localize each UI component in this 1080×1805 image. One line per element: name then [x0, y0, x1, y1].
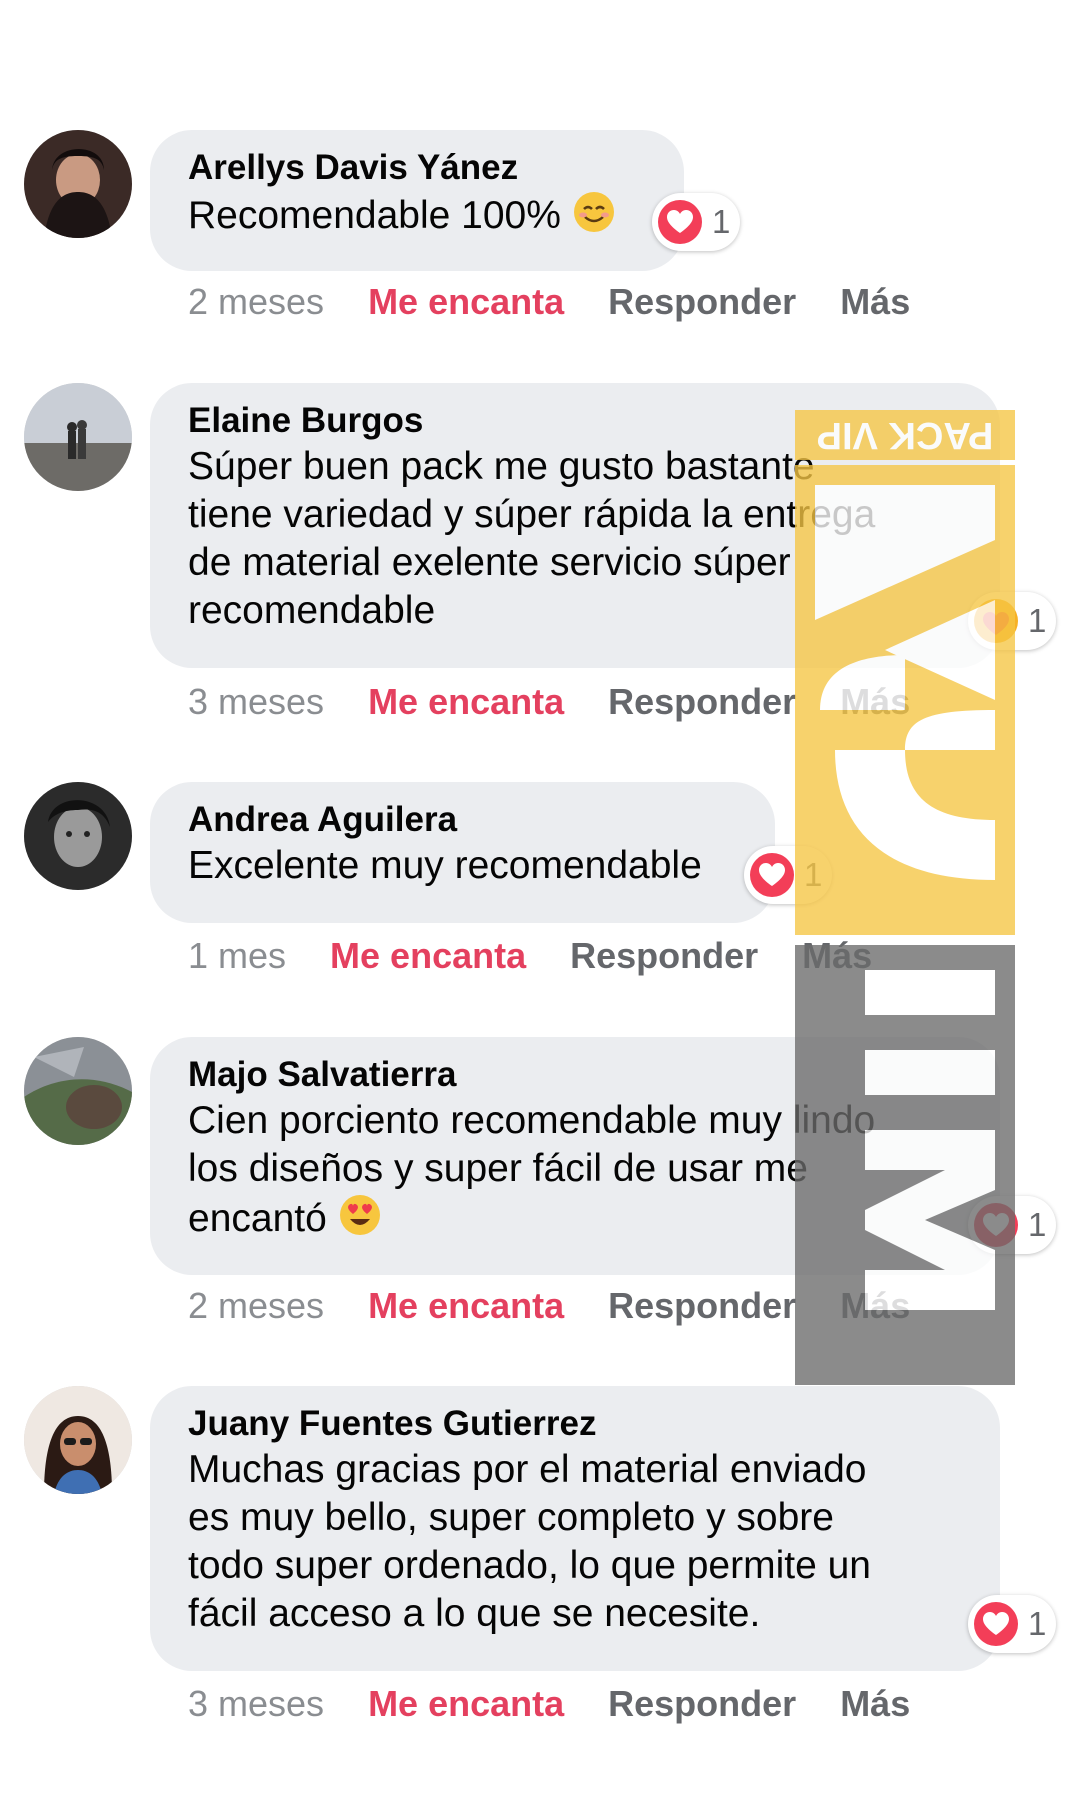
avatar[interactable] [24, 1386, 132, 1494]
comment-bubble[interactable]: Juany Fuentes Gutierrez Muchas gracias p… [150, 1386, 1000, 1671]
comment-author[interactable]: Arellys Davis Yánez [188, 146, 646, 190]
love-button[interactable]: Me encanta [368, 1284, 564, 1328]
avatar[interactable] [24, 383, 132, 491]
more-button[interactable]: Más [840, 1284, 910, 1328]
reaction-count[interactable]: 1 [652, 193, 741, 251]
reaction-count-label: 1 [804, 856, 823, 893]
reaction-count[interactable]: 1 [968, 592, 1057, 650]
comment-actions: 2 meses Me encanta Responder Más [188, 280, 910, 324]
comment-actions: 2 meses Me encanta Responder Más [188, 1284, 910, 1328]
reply-button[interactable]: Responder [608, 1682, 796, 1726]
comment-author[interactable]: Elaine Burgos [188, 399, 962, 443]
more-button[interactable]: Más [840, 680, 910, 724]
comment-time[interactable]: 1 mes [188, 934, 286, 978]
comment-author[interactable]: Majo Salvatierra [188, 1053, 962, 1097]
comment-text: Súper buen pack me gusto bastante tiene … [188, 445, 876, 632]
more-button[interactable]: Más [802, 934, 872, 978]
love-button[interactable]: Me encanta [368, 680, 564, 724]
love-button[interactable]: Me encanta [330, 934, 526, 978]
comment-text: Muchas gracias por el material enviado e… [188, 1448, 871, 1635]
avatar[interactable] [24, 782, 132, 890]
comment-bubble[interactable]: Elaine Burgos Súper buen pack me gusto b… [150, 383, 1000, 668]
comment-actions: 3 meses Me encanta Responder Más [188, 680, 910, 724]
comment-text: Excelente muy recomendable [188, 844, 702, 887]
comment-bubble[interactable]: Majo Salvatierra Cien porciento recomend… [150, 1037, 1000, 1275]
reaction-count[interactable]: 1 [968, 1595, 1057, 1653]
comment-time[interactable]: 2 meses [188, 1284, 324, 1328]
heart-reaction-icon [974, 1602, 1018, 1646]
comment-bubble[interactable]: Andrea Aguilera Excelente muy recomendab… [150, 782, 775, 923]
reaction-count-label: 1 [1028, 1206, 1047, 1243]
heart-eyes-icon [339, 1195, 380, 1235]
comment-text: Recomendable 100% [188, 190, 646, 240]
reply-button[interactable]: Responder [608, 280, 796, 324]
avatar[interactable] [24, 130, 132, 238]
love-button[interactable]: Me encanta [368, 280, 564, 324]
reaction-count[interactable]: 1 [744, 846, 833, 904]
reaction-count[interactable]: 1 [968, 1196, 1057, 1254]
reaction-count-label: 1 [1028, 1605, 1047, 1642]
reaction-count-label: 1 [712, 203, 731, 240]
heart-reaction-icon [750, 853, 794, 897]
reaction-count-label: 1 [1028, 602, 1047, 639]
reply-button[interactable]: Responder [608, 1284, 796, 1328]
avatar[interactable] [24, 1037, 132, 1145]
more-button[interactable]: Más [840, 280, 910, 324]
comment-author[interactable]: Juany Fuentes Gutierrez [188, 1402, 962, 1446]
comment-text: Cien porciento recomendable muy lindo lo… [188, 1099, 876, 1240]
more-button[interactable]: Más [840, 1682, 910, 1726]
comment-author[interactable]: Andrea Aguilera [188, 798, 737, 842]
reply-button[interactable]: Responder [608, 680, 796, 724]
love-button[interactable]: Me encanta [368, 1682, 564, 1726]
care-reaction-icon [974, 599, 1018, 643]
heart-reaction-icon [974, 1203, 1018, 1247]
comment-bubble[interactable]: Arellys Davis Yánez Recomendable 100% [150, 130, 684, 271]
comment-actions: 1 mes Me encanta Responder Más [188, 934, 872, 978]
smiling-face-icon [573, 192, 614, 232]
reply-button[interactable]: Responder [570, 934, 758, 978]
comment-time[interactable]: 3 meses [188, 680, 324, 724]
comment-actions: 3 meses Me encanta Responder Más [188, 1682, 910, 1726]
heart-reaction-icon [658, 200, 702, 244]
comment-time[interactable]: 2 meses [188, 280, 324, 324]
comment-time[interactable]: 3 meses [188, 1682, 324, 1726]
